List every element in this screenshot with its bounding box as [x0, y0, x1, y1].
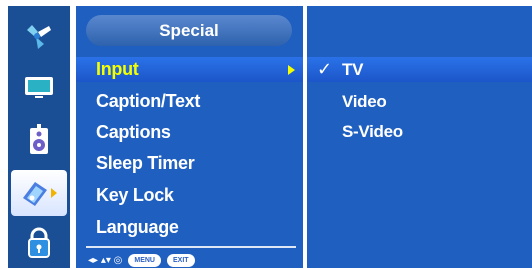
exit-button-hint: EXIT — [167, 253, 195, 267]
menu-item-sleep-timer[interactable]: Sleep Timer — [76, 148, 303, 178]
option-video[interactable]: Video — [307, 87, 532, 117]
category-lock[interactable] — [11, 220, 67, 266]
navigation-hint: ◂▸ ▴▾ ◎ MENU EXIT — [88, 252, 195, 268]
input-options-panel: ✓ TV Video S-Video — [307, 6, 532, 268]
category-icon-strip — [8, 6, 70, 268]
menu-item-label: Key Lock — [96, 184, 174, 205]
category-special[interactable] — [11, 170, 67, 216]
checkmark-icon: ✓ — [317, 59, 332, 79]
submenu-arrow-icon — [288, 65, 295, 75]
menu-item-label: Captions — [96, 121, 171, 142]
menu-title: Special — [86, 15, 292, 46]
lock-icon — [28, 227, 50, 258]
screen-icon — [25, 77, 53, 98]
menu-item-input[interactable]: Input — [76, 57, 303, 82]
footer-divider — [86, 246, 296, 248]
menu-item-key-lock[interactable]: Key Lock — [76, 180, 303, 210]
category-audio[interactable] — [11, 116, 67, 162]
option-label: Video — [342, 92, 387, 111]
option-label: S-Video — [342, 122, 403, 141]
audio-icon — [30, 124, 48, 154]
picture-icon — [27, 25, 51, 49]
special-menu-panel: Special Input Caption/Text Captions Slee… — [76, 6, 303, 268]
menu-item-captions[interactable]: Captions — [76, 117, 303, 147]
option-label: TV — [342, 59, 364, 79]
menu-item-language[interactable]: Language — [76, 212, 303, 242]
menu-item-label: Caption/Text — [96, 90, 201, 111]
option-s-video[interactable]: S-Video — [307, 117, 532, 147]
nav-arrows-icon: ◂▸ ▴▾ ◎ — [88, 254, 123, 266]
menu-item-label: Language — [96, 216, 179, 237]
menu-button-hint: MENU — [128, 253, 161, 267]
option-tv[interactable]: ✓ TV — [307, 57, 532, 82]
menu-item-caption-text[interactable]: Caption/Text — [76, 86, 303, 116]
osd-screen: Special Input Caption/Text Captions Slee… — [0, 0, 532, 270]
category-picture[interactable] — [11, 14, 67, 60]
special-tag-icon — [23, 182, 57, 206]
menu-item-label: Sleep Timer — [96, 152, 195, 173]
menu-item-label: Input — [96, 59, 139, 79]
category-screen[interactable] — [11, 64, 67, 110]
